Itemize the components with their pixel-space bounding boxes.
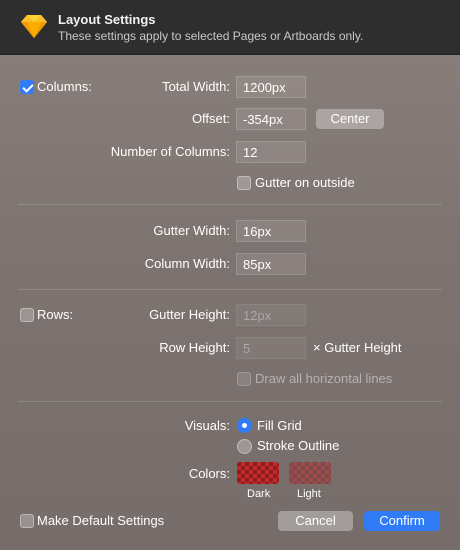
layout-settings-dialog: Layout Settings These settings apply to … xyxy=(0,0,460,550)
dialog-title: Layout Settings xyxy=(58,12,156,27)
fill-grid-radio[interactable] xyxy=(237,418,252,433)
columns-checkbox[interactable] xyxy=(20,80,34,94)
gutter-width-input[interactable] xyxy=(236,220,306,242)
dark-swatch-caption: Dark xyxy=(247,488,271,500)
column-width-label: Column Width: xyxy=(144,256,230,271)
center-button[interactable]: Center xyxy=(316,109,384,129)
column-width-input[interactable] xyxy=(236,253,306,275)
make-default-label: Make Default Settings xyxy=(37,513,165,528)
light-color-swatch[interactable] xyxy=(289,462,331,484)
colors-label: Colors: xyxy=(188,466,230,481)
draw-lines-label: Draw all horizontal lines xyxy=(255,371,393,386)
row-height-input[interactable] xyxy=(236,337,306,359)
divider xyxy=(18,204,442,205)
make-default-checkbox[interactable] xyxy=(20,514,34,528)
gutter-height-input[interactable] xyxy=(236,304,306,326)
cancel-button[interactable]: Cancel xyxy=(278,511,353,531)
divider xyxy=(18,401,442,402)
stroke-outline-label: Stroke Outline xyxy=(257,438,340,453)
row-height-suffix: × Gutter Height xyxy=(313,340,402,355)
total-width-input[interactable] xyxy=(236,76,306,98)
gutter-width-label: Gutter Width: xyxy=(153,223,230,238)
offset-input[interactable] xyxy=(236,108,306,130)
offset-label: Offset: xyxy=(191,111,230,126)
confirm-button[interactable]: Confirm xyxy=(364,511,440,531)
gutter-outside-checkbox[interactable] xyxy=(237,176,251,190)
divider xyxy=(18,289,442,290)
gutter-outside-label: Gutter on outside xyxy=(255,175,355,190)
dark-color-swatch[interactable] xyxy=(237,462,279,484)
dialog-header: Layout Settings These settings apply to … xyxy=(0,0,460,55)
columns-label: Columns: xyxy=(37,79,92,94)
visuals-label: Visuals: xyxy=(184,418,230,433)
light-swatch-caption: Light xyxy=(297,488,321,500)
total-width-label: Total Width: xyxy=(162,79,230,94)
number-of-columns-label: Number of Columns: xyxy=(110,144,230,159)
dialog-subtitle: These settings apply to selected Pages o… xyxy=(58,29,364,43)
gutter-height-label: Gutter Height: xyxy=(149,307,230,322)
rows-checkbox[interactable] xyxy=(20,308,34,322)
fill-grid-label: Fill Grid xyxy=(257,418,302,433)
draw-lines-checkbox[interactable] xyxy=(237,372,251,386)
row-height-label: Row Height: xyxy=(159,340,230,355)
stroke-outline-radio[interactable] xyxy=(237,439,252,454)
number-of-columns-input[interactable] xyxy=(236,141,306,163)
rows-label: Rows: xyxy=(37,307,74,322)
sketch-diamond-icon xyxy=(20,12,48,40)
